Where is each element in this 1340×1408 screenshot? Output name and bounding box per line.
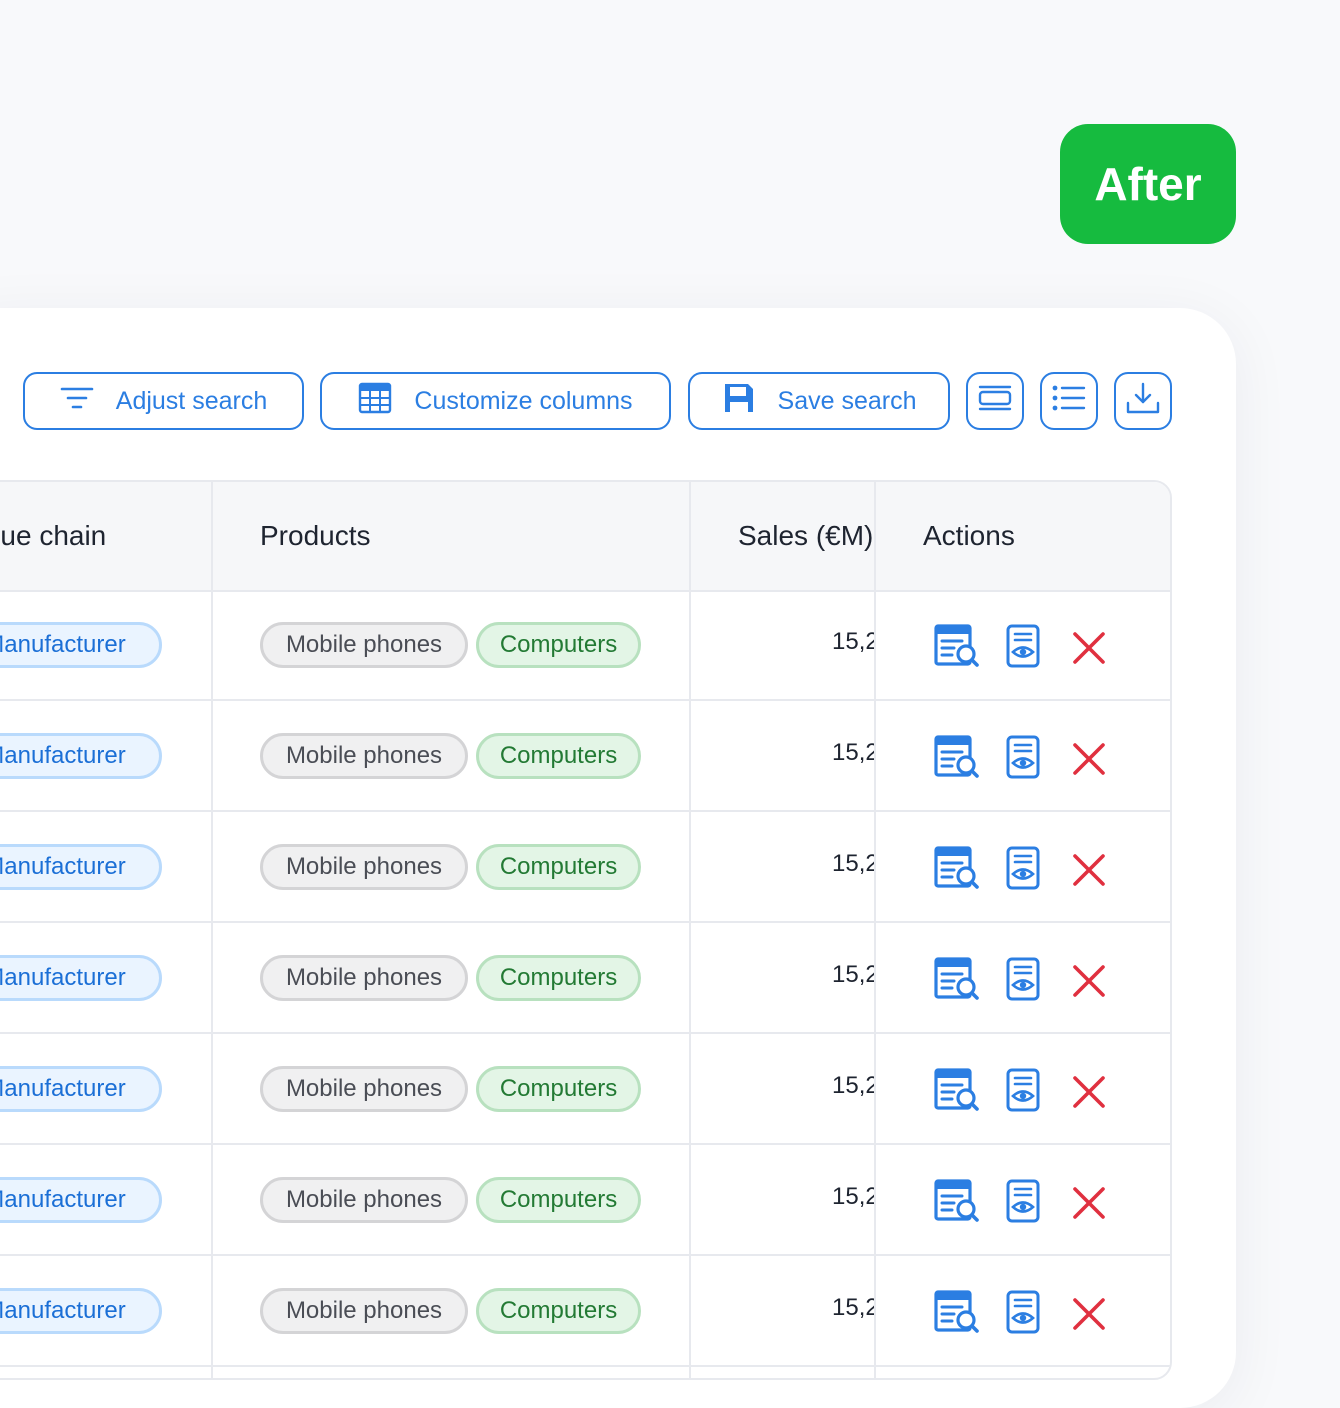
product-tag-computers: Computers bbox=[476, 733, 641, 779]
document-search-icon[interactable] bbox=[934, 1068, 980, 1117]
value-chain-tag: Manufacturer bbox=[0, 1066, 162, 1112]
product-tag-mobile-phones: Mobile phones bbox=[260, 1066, 468, 1112]
document-search-icon[interactable] bbox=[934, 624, 980, 673]
adjust-search-label: Adjust search bbox=[115, 386, 268, 415]
delete-icon[interactable] bbox=[1072, 964, 1106, 1003]
value-chain-tag: Manufacturer bbox=[0, 622, 162, 668]
document-search-icon[interactable] bbox=[934, 1179, 980, 1228]
document-view-icon[interactable] bbox=[1006, 735, 1040, 784]
sales-value: 15,234 bbox=[832, 739, 875, 766]
column-divider bbox=[874, 482, 876, 1378]
product-tag-mobile-phones: Mobile phones bbox=[260, 1288, 468, 1334]
table-header: Value chain Products Sales (€M) Actions bbox=[0, 482, 1170, 592]
product-tag-computers: Computers bbox=[476, 1288, 641, 1334]
document-search-icon[interactable] bbox=[934, 735, 980, 784]
sales-cell: 15,234 bbox=[832, 1256, 875, 1367]
product-tag-mobile-phones: Mobile phones bbox=[260, 733, 468, 779]
document-search-icon[interactable] bbox=[934, 957, 980, 1006]
sales-value: 15,234 bbox=[832, 628, 875, 655]
sales-cell: 15,234 bbox=[832, 1034, 875, 1145]
delete-icon[interactable] bbox=[1072, 853, 1106, 892]
sales-cell: 15,234 bbox=[832, 923, 875, 1034]
save-search-label: Save search bbox=[777, 386, 917, 415]
table-row[interactable]: Manufacturer Mobile phonesComputers 15,234 bbox=[0, 701, 1170, 812]
save-search-button[interactable]: Save search bbox=[688, 372, 950, 430]
delete-icon[interactable] bbox=[1072, 1297, 1106, 1336]
sales-value: 15,234 bbox=[832, 961, 875, 988]
adjust-search-button[interactable]: Adjust search bbox=[23, 372, 304, 430]
table-row[interactable]: Manufacturer Mobile phonesComputers 15,234 bbox=[0, 1256, 1170, 1367]
product-tag-computers: Computers bbox=[476, 844, 641, 890]
filter-icon bbox=[60, 386, 94, 417]
download-icon bbox=[1125, 381, 1161, 422]
document-view-icon[interactable] bbox=[1006, 624, 1040, 673]
table-row[interactable]: Manufacturer Mobile phonesComputers 15,234 bbox=[0, 1034, 1170, 1145]
document-view-icon[interactable] bbox=[1006, 1179, 1040, 1228]
product-tag-computers: Computers bbox=[476, 622, 641, 668]
sales-cell: 15,234 bbox=[832, 701, 875, 812]
table-grid-icon bbox=[358, 382, 392, 421]
sales-value: 15,234 bbox=[832, 1294, 875, 1321]
list-view-button[interactable] bbox=[1040, 372, 1098, 430]
table-row[interactable]: Manufacturer Mobile phonesComputers 15,234 bbox=[0, 923, 1170, 1034]
value-chain-tag: Manufacturer bbox=[0, 1177, 162, 1223]
sales-value: 15,234 bbox=[832, 1072, 875, 1099]
save-icon bbox=[722, 381, 756, 422]
product-tag-computers: Computers bbox=[476, 1066, 641, 1112]
delete-icon[interactable] bbox=[1072, 631, 1106, 670]
column-divider bbox=[211, 482, 213, 1378]
delete-icon[interactable] bbox=[1072, 1186, 1106, 1225]
after-badge: After bbox=[1060, 124, 1236, 244]
sales-value: 15,234 bbox=[832, 850, 875, 877]
value-chain-tag: Manufacturer bbox=[0, 1288, 162, 1334]
sales-value: 15,234 bbox=[832, 1183, 875, 1210]
customize-columns-label: Customize columns bbox=[414, 386, 633, 415]
document-search-icon[interactable] bbox=[934, 1290, 980, 1339]
table-row[interactable]: Manufacturer Mobile phonesComputers 15,234 bbox=[0, 812, 1170, 923]
list-view-icon bbox=[1051, 384, 1087, 419]
sales-cell: 15,234 bbox=[832, 812, 875, 923]
value-chain-tag: Manufacturer bbox=[0, 733, 162, 779]
product-tag-mobile-phones: Mobile phones bbox=[260, 622, 468, 668]
document-view-icon[interactable] bbox=[1006, 1290, 1040, 1339]
table-row[interactable]: Manufacturer Mobile phonesComputers 15,234 bbox=[0, 590, 1170, 701]
column-header-actions: Actions bbox=[923, 520, 1015, 551]
column-header-sales[interactable]: Sales (€M) bbox=[738, 482, 874, 590]
product-tag-mobile-phones: Mobile phones bbox=[260, 1177, 468, 1223]
delete-icon[interactable] bbox=[1072, 742, 1106, 781]
compact-view-button[interactable] bbox=[966, 372, 1024, 430]
column-divider bbox=[689, 482, 691, 1378]
value-chain-tag: Manufacturer bbox=[0, 955, 162, 1001]
document-search-icon[interactable] bbox=[934, 846, 980, 895]
compact-view-icon bbox=[977, 384, 1013, 419]
column-header-value-chain[interactable]: Value chain bbox=[0, 482, 106, 590]
table-row[interactable]: Manufacturer Mobile phonesComputers 15,234 bbox=[0, 1145, 1170, 1256]
value-chain-tag: Manufacturer bbox=[0, 844, 162, 890]
product-tag-mobile-phones: Mobile phones bbox=[260, 844, 468, 890]
column-header-products[interactable]: Products bbox=[260, 482, 371, 590]
product-tag-computers: Computers bbox=[476, 955, 641, 1001]
product-tag-computers: Computers bbox=[476, 1177, 641, 1223]
sales-cell: 15,234 bbox=[832, 1145, 875, 1256]
document-view-icon[interactable] bbox=[1006, 846, 1040, 895]
document-view-icon[interactable] bbox=[1006, 957, 1040, 1006]
results-table: Value chain Products Sales (€M) Actions … bbox=[0, 480, 1172, 1380]
delete-icon[interactable] bbox=[1072, 1075, 1106, 1114]
sales-cell: 15,234 bbox=[832, 590, 875, 701]
document-view-icon[interactable] bbox=[1006, 1068, 1040, 1117]
download-button[interactable] bbox=[1114, 372, 1172, 430]
product-tag-mobile-phones: Mobile phones bbox=[260, 955, 468, 1001]
customize-columns-button[interactable]: Customize columns bbox=[320, 372, 671, 430]
